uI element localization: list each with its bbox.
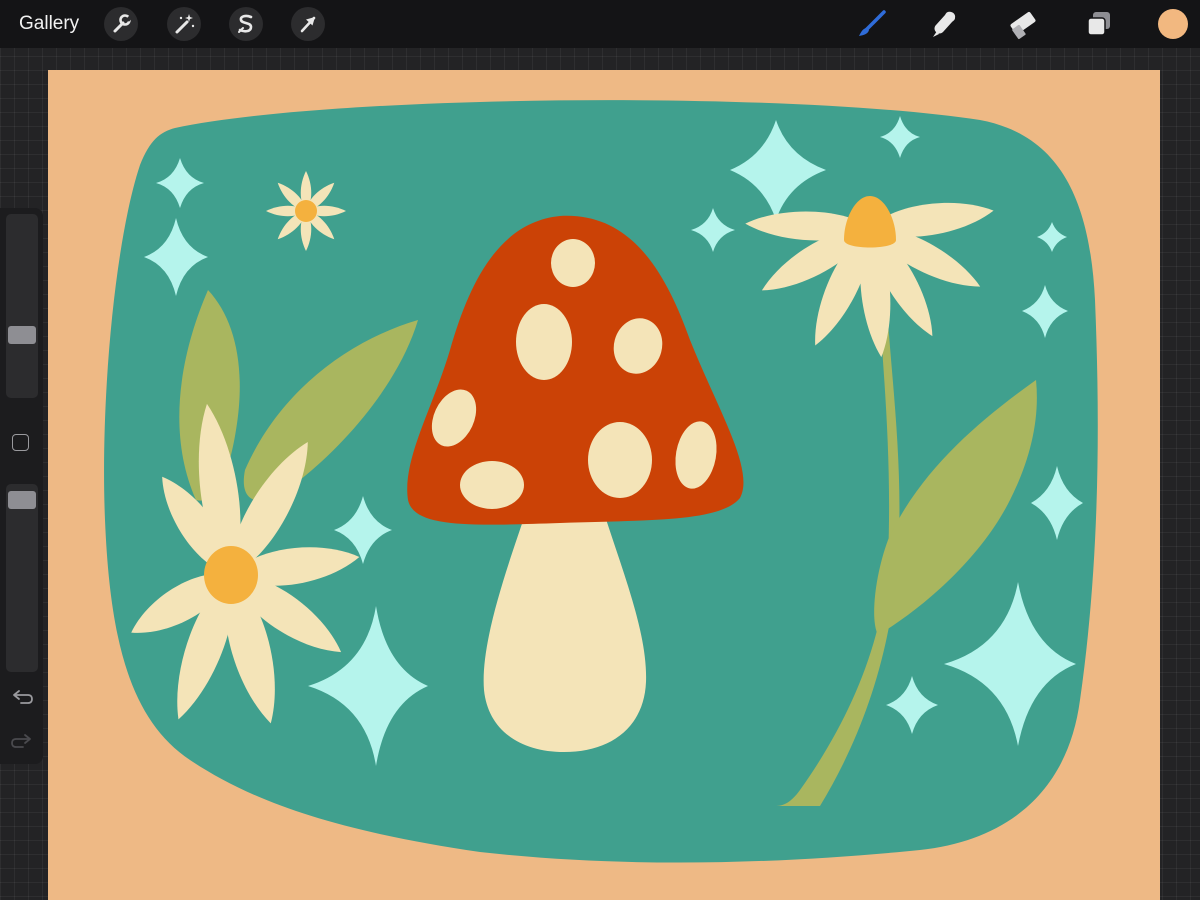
undo-arrow-icon xyxy=(13,690,33,704)
small-daisy xyxy=(266,171,346,251)
undo-button[interactable] xyxy=(8,686,36,710)
transform-button[interactable] xyxy=(291,7,325,41)
modify-square-icon[interactable] xyxy=(12,434,29,451)
artwork xyxy=(48,70,1160,900)
eraser-button[interactable] xyxy=(1005,7,1039,41)
color-picker-button[interactable] xyxy=(1158,9,1188,39)
left-sidebar xyxy=(0,208,43,764)
redo-button[interactable] xyxy=(8,730,36,754)
brush-icon xyxy=(859,10,886,36)
adjustments-button[interactable] xyxy=(167,7,201,41)
selection-button[interactable] xyxy=(229,7,263,41)
smudge-button[interactable] xyxy=(929,7,963,41)
eraser-icon xyxy=(1010,11,1036,40)
selection-s-icon xyxy=(238,14,253,33)
layers-icon xyxy=(1087,12,1110,36)
brush-button[interactable] xyxy=(856,7,890,41)
smudge-finger-icon xyxy=(933,11,956,37)
actions-button[interactable] xyxy=(104,7,138,41)
wrench-icon xyxy=(113,14,133,33)
layers-button[interactable] xyxy=(1082,7,1116,41)
brush-size-slider-thumb[interactable] xyxy=(8,326,36,345)
redo-arrow-icon xyxy=(11,734,31,748)
gallery-button[interactable]: Gallery xyxy=(19,11,79,37)
drawing-canvas[interactable] xyxy=(48,70,1160,900)
opacity-slider-thumb[interactable] xyxy=(8,490,36,509)
top-toolbar: Gallery xyxy=(0,0,1200,48)
magic-wand-icon xyxy=(175,14,195,34)
arrow-cursor-icon xyxy=(300,16,316,33)
opacity-slider[interactable] xyxy=(6,484,38,672)
brush-size-slider[interactable] xyxy=(6,214,38,398)
